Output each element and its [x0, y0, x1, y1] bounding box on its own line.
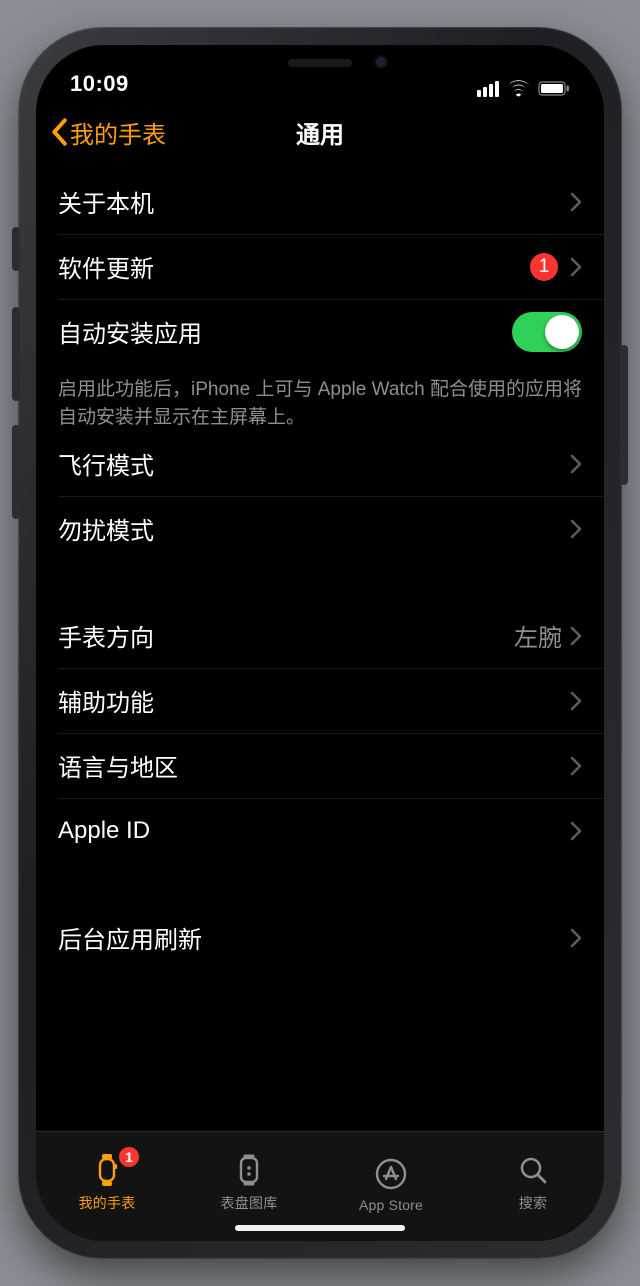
- tab-search[interactable]: 搜索: [462, 1132, 604, 1219]
- group-general: 关于本机 软件更新 1 自动安装应用: [36, 169, 604, 364]
- row-airplane-mode[interactable]: 飞行模式: [36, 431, 604, 496]
- volume-down-button: [12, 425, 20, 519]
- row-language-region[interactable]: 语言与地区: [36, 733, 604, 798]
- auto-install-toggle[interactable]: [512, 312, 582, 352]
- tab-label: 我的手表: [79, 1193, 136, 1213]
- row-background-refresh[interactable]: 后台应用刷新: [36, 905, 604, 970]
- row-label: 后台应用刷新: [58, 920, 570, 955]
- row-label: 辅助功能: [58, 683, 570, 718]
- row-label: Apple ID: [58, 817, 570, 845]
- watch-icon: 1: [89, 1152, 125, 1188]
- chevron-right-icon: [570, 756, 582, 776]
- group-settings: 手表方向 左腕 辅助功能 语言与地区: [36, 603, 604, 863]
- back-label: 我的手表: [70, 115, 166, 150]
- phone-frame: 10:09 我的手表 通用: [18, 27, 622, 1259]
- row-label: 自动安装应用: [58, 314, 512, 349]
- nav-title: 通用: [296, 115, 344, 150]
- mute-switch: [12, 227, 20, 271]
- chevron-right-icon: [570, 821, 582, 841]
- screen: 10:09 我的手表 通用: [36, 45, 604, 1241]
- group-background: 后台应用刷新: [36, 905, 604, 970]
- update-badge: 1: [530, 253, 558, 281]
- status-right: [477, 80, 570, 97]
- chevron-right-icon: [570, 519, 582, 539]
- gallery-icon: [232, 1152, 266, 1188]
- row-label: 软件更新: [58, 249, 530, 284]
- volume-up-button: [12, 307, 20, 401]
- tab-label: App Store: [359, 1197, 423, 1213]
- auto-install-footer: 启用此功能后，iPhone 上可与 Apple Watch 配合使用的应用将自动…: [36, 364, 604, 431]
- row-label: 关于本机: [58, 184, 570, 219]
- back-button[interactable]: 我的手表: [50, 101, 166, 163]
- search-icon: [516, 1152, 550, 1188]
- chevron-right-icon: [570, 928, 582, 948]
- notch: [196, 45, 444, 81]
- tab-app-store[interactable]: App Store: [320, 1132, 462, 1219]
- chevron-right-icon: [570, 454, 582, 474]
- row-watch-orientation[interactable]: 手表方向 左腕: [36, 603, 604, 668]
- content[interactable]: 关于本机 软件更新 1 自动安装应用 启用此功能后，iPhon: [36, 163, 604, 1131]
- cellular-signal-icon: [477, 81, 499, 97]
- chevron-right-icon: [570, 691, 582, 711]
- row-apple-id[interactable]: Apple ID: [36, 798, 604, 863]
- wifi-icon: [507, 80, 530, 97]
- tab-my-watch[interactable]: 1 我的手表: [36, 1132, 178, 1219]
- app-store-icon: [374, 1156, 408, 1192]
- tab-badge: 1: [119, 1147, 139, 1167]
- row-auto-install: 自动安装应用: [36, 299, 604, 364]
- speaker: [288, 59, 352, 67]
- side-button: [620, 345, 628, 485]
- group-modes: 飞行模式 勿扰模式: [36, 431, 604, 561]
- row-label: 飞行模式: [58, 446, 570, 481]
- nav-bar: 我的手表 通用: [36, 101, 604, 163]
- chevron-left-icon: [50, 118, 68, 146]
- chevron-right-icon: [570, 257, 582, 277]
- tab-label: 表盘图库: [221, 1193, 278, 1213]
- row-about[interactable]: 关于本机: [36, 169, 604, 234]
- row-value: 左腕: [514, 618, 562, 653]
- row-label: 勿扰模式: [58, 511, 570, 546]
- chevron-right-icon: [570, 626, 582, 646]
- home-indicator[interactable]: [235, 1225, 405, 1231]
- battery-icon: [538, 81, 570, 96]
- row-do-not-disturb[interactable]: 勿扰模式: [36, 496, 604, 561]
- front-camera: [374, 55, 388, 69]
- tab-label: 搜索: [519, 1193, 547, 1213]
- chevron-right-icon: [570, 192, 582, 212]
- row-software-update[interactable]: 软件更新 1: [36, 234, 604, 299]
- status-time: 10:09: [70, 71, 129, 97]
- row-label: 语言与地区: [58, 748, 570, 783]
- tab-face-gallery[interactable]: 表盘图库: [178, 1132, 320, 1219]
- row-accessibility[interactable]: 辅助功能: [36, 668, 604, 733]
- row-label: 手表方向: [58, 618, 514, 653]
